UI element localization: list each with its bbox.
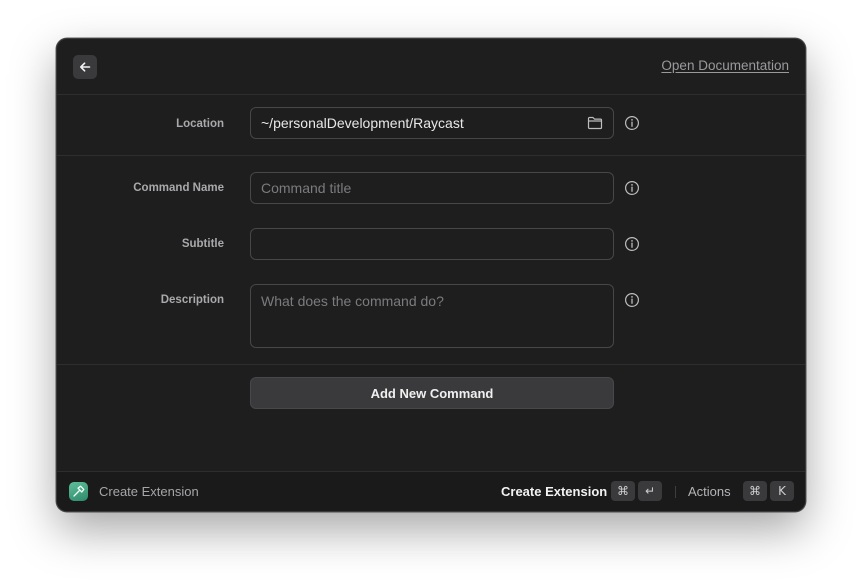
command-name-placeholder: Command title <box>261 180 352 196</box>
location-field[interactable]: ~/personalDevelopment/Raycast <box>250 107 614 139</box>
header-divider <box>57 94 805 95</box>
command-key-icon: ⌘ <box>743 481 767 501</box>
add-new-command-button[interactable]: Add New Command <box>250 377 614 409</box>
location-divider <box>57 155 805 156</box>
footer-separator <box>675 486 676 498</box>
back-button[interactable] <box>73 55 97 79</box>
footer-title: Create Extension <box>99 484 199 499</box>
description-label: Description <box>160 294 224 306</box>
form-divider <box>57 364 805 365</box>
command-key-icon: ⌘ <box>611 481 635 501</box>
subtitle-label: Subtitle <box>181 238 224 250</box>
description-textarea[interactable]: What does the command do? <box>250 284 614 348</box>
create-extension-window: Open Documentation Location ~/personalDe… <box>56 38 806 512</box>
return-key-icon: ↵ <box>638 481 662 501</box>
actions-button[interactable]: Actions <box>688 484 731 499</box>
command-name-input[interactable]: Command title <box>250 172 614 204</box>
subtitle-info-icon[interactable] <box>624 236 640 252</box>
description-info-icon[interactable] <box>624 292 640 308</box>
arrow-left-icon <box>80 62 91 72</box>
location-info-icon[interactable] <box>624 115 640 131</box>
description-placeholder: What does the command do? <box>261 293 444 309</box>
action-bar: Create Extension Create Extension ⌘ ↵ Ac… <box>57 471 805 511</box>
open-documentation-link[interactable]: Open Documentation <box>661 58 789 73</box>
subtitle-input[interactable] <box>250 228 614 260</box>
create-extension-action[interactable]: Create Extension <box>501 484 607 499</box>
folder-icon[interactable] <box>587 116 603 130</box>
command-name-label: Command Name <box>133 182 224 194</box>
k-key-icon: K <box>770 481 794 501</box>
hammer-icon <box>69 482 88 501</box>
location-value: ~/personalDevelopment/Raycast <box>261 115 464 131</box>
command-name-info-icon[interactable] <box>624 180 640 196</box>
location-label: Location <box>176 118 224 130</box>
